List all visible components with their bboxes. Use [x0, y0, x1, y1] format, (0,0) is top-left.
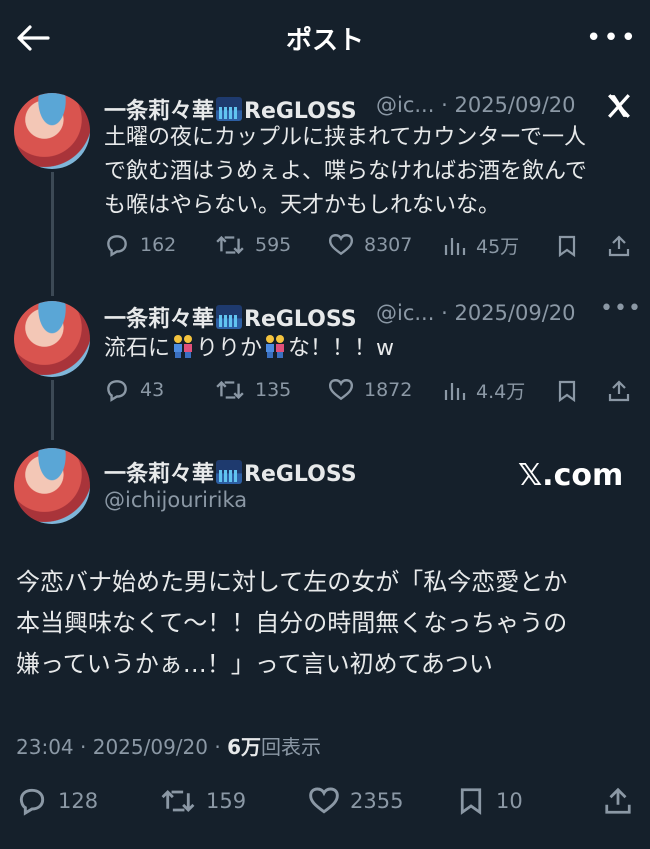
tweet-text: 土曜の夜にカップルに挟まれてカウンターで一人 で飲む酒はうめぇよ、喋らなければお… — [104, 125, 587, 218]
repost-button[interactable]: 595 — [215, 232, 291, 258]
author-name[interactable]: 一条莉々華 ReGLOSS — [104, 301, 357, 333]
x-com-logo: 𝕏.com — [518, 458, 624, 493]
share-icon[interactable] — [607, 378, 631, 404]
author-handle[interactable]: @ic... — [376, 301, 434, 325]
author-handle[interactable]: @ic... — [376, 93, 434, 117]
avatar[interactable] — [14, 301, 90, 377]
page-title: ポスト — [285, 26, 364, 56]
more-icon[interactable]: ••• — [586, 25, 638, 51]
reply-icon — [19, 788, 45, 816]
tweet-meta: @ic... · 2025/09/20 — [376, 301, 576, 325]
bookmark-icon[interactable] — [555, 378, 579, 404]
thread-line — [51, 380, 54, 440]
avatar[interactable] — [14, 93, 90, 169]
repost-icon — [216, 380, 244, 400]
tweet-time: 23:04 — [16, 735, 74, 759]
like-button[interactable]: 1872 — [328, 377, 412, 403]
tweet-date: 2025/09/20 — [92, 735, 208, 759]
thread-line — [51, 172, 54, 296]
like-icon — [328, 234, 354, 256]
views-count[interactable]: 6万 — [227, 735, 261, 759]
cityscape-emoji — [216, 97, 243, 121]
author-name[interactable]: 一条莉々華 ReGLOSS — [104, 456, 357, 488]
share-icon[interactable] — [603, 785, 633, 817]
views-button[interactable]: 45万 — [442, 232, 519, 259]
tweet-text: 流石に りりか な！！！w — [104, 335, 395, 361]
author-handle[interactable]: @ichijouririka — [104, 488, 247, 512]
views-icon — [444, 237, 466, 255]
like-button[interactable]: 2355 — [308, 785, 403, 817]
bookmark-button[interactable]: 10 — [456, 785, 523, 817]
main-tweet-text: 今恋バナ始めた男に対して左の女が「私今恋愛とか 本当興味なくて〜！！自分の時間無… — [16, 568, 568, 678]
like-icon — [309, 787, 339, 814]
couple-emoji — [266, 335, 285, 358]
reply-button[interactable]: 162 — [104, 232, 176, 258]
views-icon — [444, 382, 466, 400]
couple-emoji — [174, 335, 193, 358]
tweet-meta: @ic... · 2025/09/20 — [376, 93, 576, 117]
tweet-date[interactable]: 2025/09/20 — [454, 301, 575, 325]
repost-icon — [216, 235, 244, 255]
repost-button[interactable]: 135 — [215, 377, 291, 403]
share-icon[interactable] — [607, 233, 631, 259]
repost-button[interactable]: 159 — [160, 785, 246, 817]
cityscape-emoji — [216, 305, 243, 329]
bookmark-icon[interactable] — [555, 233, 579, 259]
main-tweet-meta: 23:04 · 2025/09/20 · 6万回表示 — [16, 735, 321, 759]
like-icon — [328, 379, 354, 401]
tweet-date[interactable]: 2025/09/20 — [454, 93, 575, 117]
avatar[interactable] — [14, 448, 90, 524]
reply-icon — [107, 380, 127, 402]
repost-icon — [161, 789, 195, 813]
views-button[interactable]: 4.4万 — [442, 377, 525, 404]
x-logo-icon — [608, 94, 630, 118]
views-label: 回表示 — [261, 735, 321, 759]
cityscape-emoji — [216, 460, 243, 484]
like-button[interactable]: 8307 — [328, 232, 412, 258]
reply-icon — [107, 235, 127, 257]
more-icon[interactable]: ••• — [600, 296, 642, 321]
reply-button[interactable]: 128 — [16, 785, 98, 817]
reply-button[interactable]: 43 — [104, 377, 164, 403]
bookmark-icon — [460, 788, 482, 815]
